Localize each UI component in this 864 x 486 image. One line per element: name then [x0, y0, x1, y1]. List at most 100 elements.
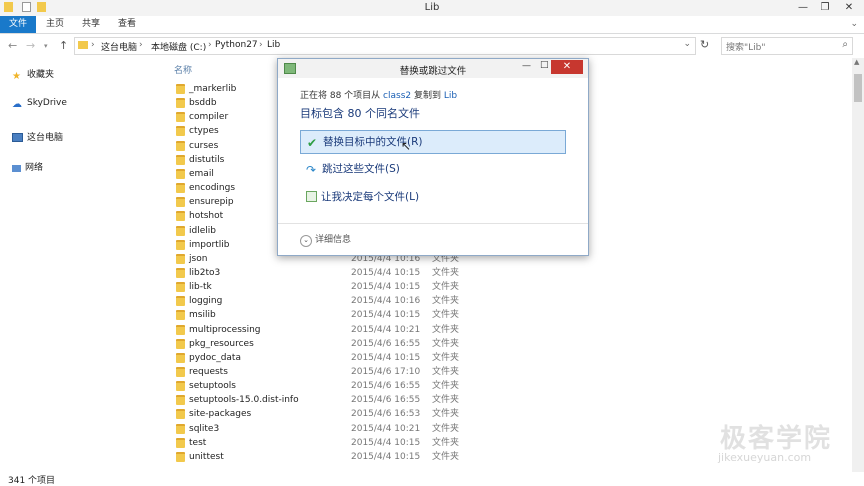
tab-file[interactable]: 文件 [0, 16, 36, 33]
folder-icon [176, 381, 185, 392]
folder-icon [176, 367, 185, 377]
nav-item-network[interactable]: 网络 [12, 160, 43, 173]
file-name: compiler [189, 112, 229, 123]
cloud-icon: ☁ [12, 99, 22, 110]
minimize-button[interactable]: — [792, 0, 814, 15]
search-input[interactable]: 搜索"Lib" ⌕ [721, 37, 853, 55]
breadcrumb-local-disk[interactable]: 本地磁盘 (C:) [151, 40, 206, 53]
file-name: pkg_resources [189, 338, 254, 349]
tab-share[interactable]: 共享 [76, 16, 106, 33]
file-name: encodings [189, 183, 236, 194]
list-item[interactable]: setuptools 2015/4/6 16:55 文件夹 [176, 379, 496, 393]
skip-icon: ↷ [306, 163, 317, 177]
file-name: setuptools [189, 381, 236, 392]
folder-icon [176, 338, 185, 349]
list-item[interactable]: pkg_resources 2015/4/6 16:55 文件夹 [176, 337, 496, 351]
watermark-url: jikexueyuan.com [718, 451, 812, 464]
choose-icon [306, 191, 317, 202]
list-item[interactable]: site-packages 2015/4/6 16:53 文件夹 [176, 407, 496, 421]
file-date: 2015/4/4 10:15 [351, 352, 421, 363]
file-name: site-packages [189, 409, 252, 420]
folder-icon [176, 239, 185, 250]
up-button[interactable]: ↑ [59, 39, 68, 52]
folder-icon [176, 310, 185, 321]
source-folder-link[interactable]: class2 [383, 91, 411, 101]
title-bar: Lib — ❐ ✕ [0, 0, 864, 17]
file-type: 文件夹 [432, 324, 460, 335]
address-bar[interactable]: › 这台电脑 › 本地磁盘 (C:) › Python27 › Lib ⌄ [74, 37, 696, 55]
list-item[interactable]: lib2to3 2015/4/4 10:15 文件夹 [176, 266, 496, 280]
list-item[interactable]: requests 2015/4/6 17:10 文件夹 [176, 365, 496, 379]
vertical-scrollbar[interactable] [852, 58, 864, 474]
nav-item-this-pc[interactable]: 这台电脑 [12, 130, 63, 143]
list-item[interactable]: msilib 2015/4/4 10:15 文件夹 [176, 308, 496, 322]
file-date: 2015/4/4 10:15 [351, 310, 421, 321]
list-item[interactable]: logging 2015/4/4 10:16 文件夹 [176, 294, 496, 308]
tab-home[interactable]: 主页 [40, 16, 70, 33]
nav-item-skydrive[interactable]: ☁ SkyDrive [12, 98, 67, 110]
file-type: 文件夹 [432, 423, 460, 434]
file-name: pydoc_data [189, 352, 241, 363]
dest-folder-link[interactable]: Lib [444, 91, 457, 101]
recent-locations-icon[interactable]: ▾ [44, 42, 48, 50]
file-name: unittest [189, 451, 224, 462]
file-name: idlelib [189, 225, 216, 236]
ribbon-expand-icon[interactable]: ⌄ [850, 19, 858, 29]
scrollbar-thumb[interactable] [854, 74, 862, 102]
folder-icon [176, 183, 185, 194]
list-item[interactable]: pydoc_data 2015/4/4 10:15 文件夹 [176, 351, 496, 365]
breadcrumb-python27[interactable]: Python27 [215, 40, 258, 50]
file-date: 2015/4/4 10:15 [351, 437, 421, 448]
file-type: 文件夹 [432, 282, 460, 293]
dialog-title-bar: 替换或跳过文件 — □ ✕ [278, 59, 588, 78]
folder-icon [176, 253, 185, 264]
file-type: 文件夹 [432, 437, 460, 448]
file-date: 2015/4/6 16:55 [351, 338, 421, 349]
address-dropdown-icon[interactable]: ⌄ [683, 39, 691, 49]
more-details-toggle[interactable]: ⌄ 详细信息 [300, 232, 351, 247]
file-name: setuptools-15.0.dist-info [189, 395, 299, 406]
list-item[interactable]: lib-tk 2015/4/4 10:15 文件夹 [176, 280, 496, 294]
file-name: importlib [189, 239, 230, 250]
folder-icon [176, 225, 185, 236]
forward-button[interactable]: → [26, 39, 35, 52]
skip-files-option[interactable]: ↷ 跳过这些文件(S) [300, 158, 564, 180]
scroll-up-icon[interactable]: ▲ [854, 58, 859, 66]
list-item[interactable]: sqlite3 2015/4/4 10:21 文件夹 [176, 422, 496, 436]
dialog-minimize-button[interactable]: — [522, 61, 531, 71]
folder-icon [176, 112, 185, 123]
folder-icon [176, 409, 185, 420]
file-name: curses [189, 140, 219, 151]
list-item[interactable]: unittest 2015/4/4 10:15 文件夹 [176, 450, 496, 464]
list-item[interactable]: setuptools-15.0.dist-info 2015/4/6 16:55 文… [176, 393, 496, 407]
replace-files-option[interactable]: ✔ 替换目标中的文件(R) ↖ [300, 130, 566, 154]
file-name: lib-tk [189, 282, 212, 293]
dialog-close-button[interactable]: ✕ [551, 60, 583, 74]
breadcrumb-lib[interactable]: Lib [267, 40, 280, 50]
list-item[interactable]: test 2015/4/4 10:15 文件夹 [176, 436, 496, 450]
column-header-name[interactable]: 名称 [174, 63, 192, 76]
maximize-button[interactable]: ❐ [814, 0, 836, 15]
file-name: lib2to3 [189, 267, 221, 278]
folder-icon [176, 423, 185, 434]
refresh-button[interactable]: ↻ [700, 38, 709, 51]
file-type: 文件夹 [432, 296, 460, 307]
breadcrumb-this-pc[interactable]: 这台电脑 [101, 40, 137, 53]
back-button[interactable]: ← [8, 39, 17, 52]
close-button[interactable]: ✕ [836, 0, 862, 15]
folder-icon [176, 324, 185, 335]
list-item[interactable]: multiprocessing 2015/4/4 10:21 文件夹 [176, 323, 496, 337]
folder-icon [176, 267, 185, 278]
nav-item-favorites[interactable]: ★ 收藏夹 [12, 67, 54, 82]
dialog-maximize-button[interactable]: □ [540, 60, 549, 70]
file-type: 文件夹 [432, 352, 460, 363]
file-name: msilib [189, 310, 216, 321]
file-date: 2015/4/4 10:21 [351, 423, 421, 434]
copy-progress-text: 正在将 88 个项目从 class2 复制到 Lib [300, 91, 458, 101]
search-icon[interactable]: ⌕ [842, 39, 848, 50]
tab-view[interactable]: 查看 [112, 16, 142, 33]
file-name: hotshot [189, 211, 224, 222]
watermark-brand: 极客学院 [720, 424, 833, 454]
decide-each-file-option[interactable]: 让我决定每个文件(L) [300, 186, 564, 208]
chevron-down-icon: ⌄ [300, 235, 312, 247]
